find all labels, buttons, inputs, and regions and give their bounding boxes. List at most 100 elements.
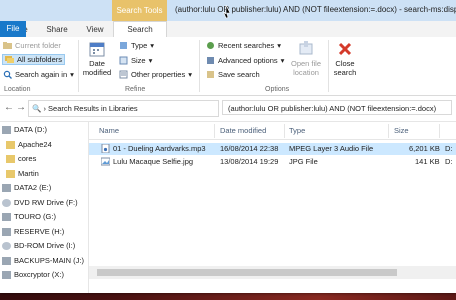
nav-item[interactable]: Apache24 (6, 140, 52, 149)
nav-item[interactable]: BD-ROM Drive (I:) (2, 241, 76, 251)
nav-item-label: DATA (D:) (14, 125, 48, 134)
nav-item[interactable]: Boxcryptor (X:) (2, 270, 65, 280)
chevron-down-icon: ▾ (70, 70, 74, 79)
column-name[interactable]: Name (99, 126, 119, 135)
folder-icon (6, 140, 15, 149)
save-search-label: Save search (218, 70, 260, 79)
column-date-modified[interactable]: Date modified (220, 126, 266, 135)
properties-icon (119, 70, 128, 79)
column-divider[interactable] (214, 124, 215, 138)
search-input[interactable]: (author:lulu OR publisher:lulu) AND (NOT… (222, 100, 452, 115)
file-type: MPEG Layer 3 Audio File (289, 144, 374, 153)
file-folder: D: (445, 157, 453, 166)
nav-item[interactable]: RESERVE (H:) (2, 227, 64, 236)
file-list: Name Date modified Type Size 01 - Duelin… (89, 122, 456, 293)
save-search-button[interactable]: Save search (206, 70, 260, 79)
chevron-down-icon: ▾ (148, 56, 153, 65)
nav-item-label: BD-ROM Drive (I:) (14, 241, 76, 250)
column-divider[interactable] (439, 124, 440, 138)
all-subfolders-button[interactable]: All subfolders (2, 54, 66, 65)
search-again-label: Search again in (15, 70, 68, 79)
file-size: 6,201 KB (409, 144, 440, 153)
drive-icon (2, 213, 11, 222)
nav-item-label: DVD RW Drive (F:) (14, 197, 78, 207)
recent-searches-button[interactable]: Recent searches ▾ (206, 41, 281, 50)
location-group-label: Location (4, 86, 31, 93)
table-row[interactable]: 01 - Dueling Aardvarks.mp3 16/08/2014 22… (89, 143, 456, 155)
disc-drive-icon (2, 242, 11, 251)
ribbon-separator (78, 40, 79, 92)
nav-item[interactable]: Martin (6, 169, 39, 178)
tab-share[interactable]: Share (42, 23, 72, 37)
file-folder: D: (445, 144, 453, 153)
date-modified-button[interactable]: Date modified (80, 41, 114, 77)
advanced-options-icon (206, 56, 215, 65)
tab-file[interactable]: File (0, 21, 26, 37)
open-file-location-button[interactable]: Open file location (287, 41, 325, 77)
contextual-tab-header[interactable]: Search Tools (112, 0, 167, 21)
search-icon (3, 70, 12, 79)
back-arrow-icon[interactable]: ← (4, 102, 14, 113)
advanced-options-label: Advanced options (218, 56, 278, 65)
mouse-cursor-icon (223, 5, 231, 19)
nav-item[interactable]: DATA (D:) (2, 125, 48, 135)
close-search-label: Close search (333, 59, 357, 77)
nav-item-label: Boxcryptor (X:) (14, 270, 65, 279)
column-divider[interactable] (284, 124, 285, 138)
nav-item-label: BACKUPS-MAIN (J:) (14, 255, 85, 265)
file-date: 13/08/2014 19:29 (220, 157, 279, 166)
ribbon-separator (199, 40, 200, 92)
mp3-file-icon (101, 143, 110, 155)
nav-item[interactable]: cores (6, 154, 37, 164)
title-bar: Search Tools (author:lulu OR publisher:l… (0, 0, 456, 21)
kind-button[interactable]: Type ▾ (119, 41, 154, 50)
ribbon-separator (328, 40, 329, 92)
nav-item[interactable]: TOURO (G:) (2, 212, 56, 222)
current-folder-button[interactable]: Current folder (3, 41, 61, 50)
address-bar[interactable]: 🔍 › Search Results in Libraries (28, 100, 219, 117)
recent-searches-label: Recent searches (218, 41, 275, 50)
kind-icon (119, 41, 128, 50)
nav-item[interactable]: DVD RW Drive (F:) (2, 198, 78, 207)
current-folder-label: Current folder (15, 41, 61, 50)
nav-item-label: cores (18, 154, 37, 163)
column-type[interactable]: Type (289, 126, 305, 135)
nav-item-label: RESERVE (H:) (14, 226, 65, 236)
nav-item-label: DATA2 (E:) (14, 183, 52, 192)
open-file-location-label: Open file location (290, 59, 322, 77)
nav-item[interactable]: DATA2 (E:) (2, 183, 52, 193)
subfolders-icon (5, 55, 14, 64)
open-folder-icon (299, 41, 313, 55)
save-search-icon (206, 70, 215, 79)
horizontal-scrollbar[interactable] (89, 266, 456, 279)
file-size: 141 KB (415, 157, 440, 166)
explorer-window: Search Tools (author:lulu OR publisher:l… (0, 0, 456, 293)
disc-drive-icon (2, 198, 11, 207)
close-search-button[interactable]: Close search (330, 41, 360, 77)
other-properties-button[interactable]: Other properties ▾ (119, 70, 192, 79)
tab-view[interactable]: View (80, 23, 110, 37)
window-title: (author:lulu OR publisher:lulu) AND (NOT… (175, 5, 456, 14)
advanced-options-button[interactable]: Advanced options ▾ (206, 56, 284, 65)
nav-item-label: TOURO (G:) (14, 212, 56, 221)
status-area (89, 279, 456, 293)
forward-arrow-icon[interactable]: → (16, 102, 26, 113)
column-size[interactable]: Size (394, 126, 409, 135)
close-icon (338, 42, 352, 56)
column-divider[interactable] (388, 124, 389, 138)
tab-search[interactable]: Search (113, 21, 167, 38)
nav-item-label: Apache24 (18, 139, 52, 149)
nav-item[interactable]: BACKUPS-MAIN (J:) (2, 256, 84, 265)
size-button[interactable]: Size ▾ (119, 56, 152, 65)
table-row[interactable]: Lulu Macaque Selfie.jpg 13/08/2014 19:29… (89, 156, 456, 168)
drive-icon (2, 184, 11, 193)
date-modified-label: Date modified (82, 59, 112, 77)
scrollbar-thumb[interactable] (97, 269, 397, 276)
ribbon-tabs: Home Share View Search (0, 21, 456, 38)
address-path: Search Results in Libraries (48, 104, 138, 113)
search-again-button[interactable]: Search again in ▾ (3, 70, 74, 79)
calendar-icon (89, 42, 105, 57)
chevron-down-icon: ▾ (188, 70, 192, 79)
search-results-icon: 🔍 (32, 104, 42, 113)
folder-icon (6, 155, 15, 164)
